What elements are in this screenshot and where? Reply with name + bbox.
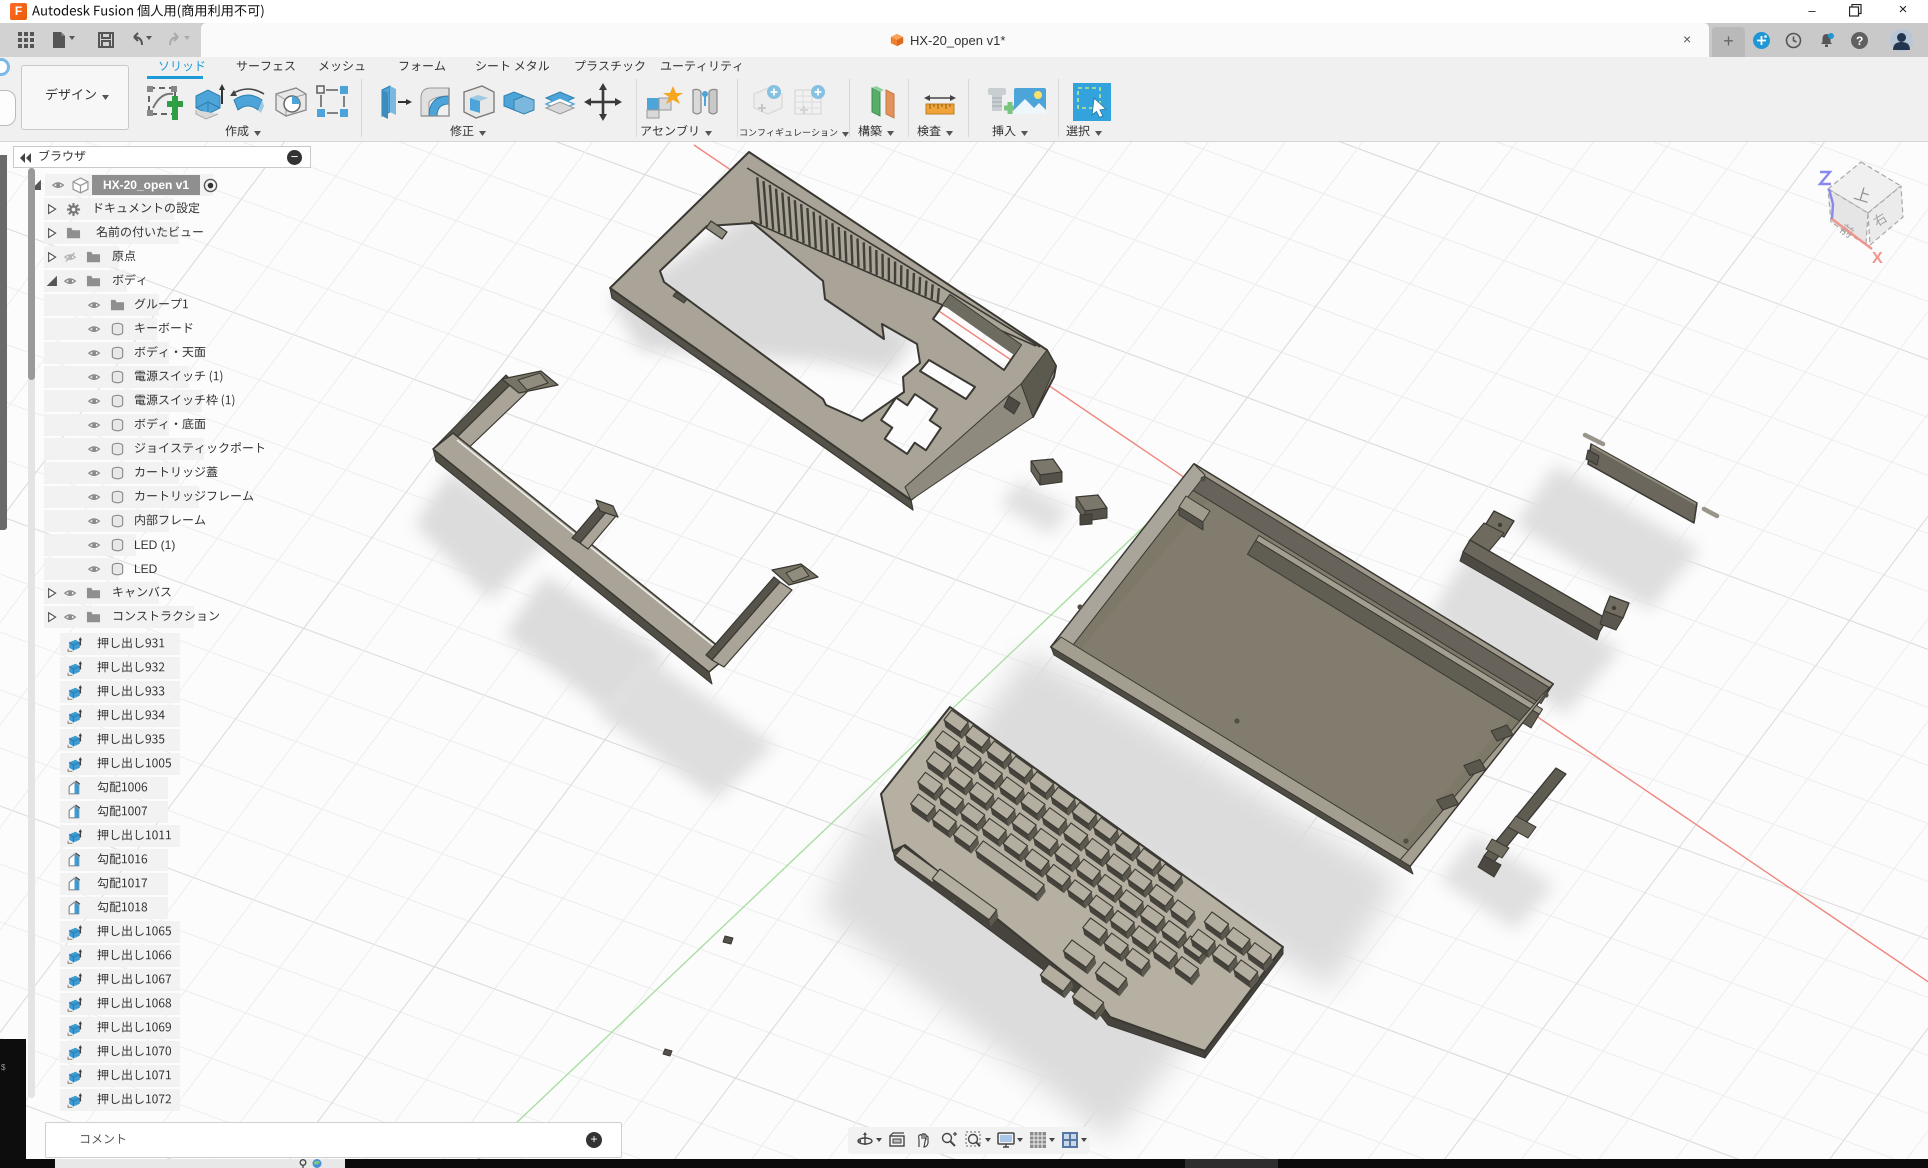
svg-text:?: ? xyxy=(1856,34,1863,48)
svg-text:X: X xyxy=(1872,250,1883,267)
